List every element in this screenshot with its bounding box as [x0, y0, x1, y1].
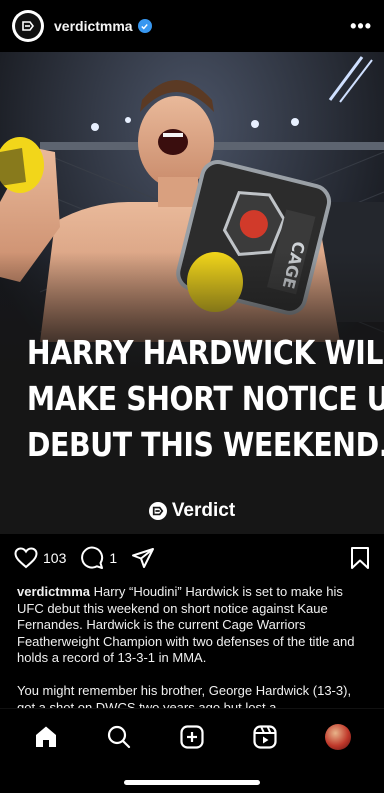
- verdict-logo-icon: [15, 13, 41, 39]
- headline-line: DEBUT THIS WEEKEND.: [26, 425, 384, 464]
- home-indicator: [124, 780, 260, 785]
- like-button[interactable]: 103: [14, 547, 66, 569]
- post-image[interactable]: CAGE HARRY HARDWICK WILL MAKE SHORT NOTI…: [0, 52, 384, 534]
- home-icon[interactable]: [33, 724, 59, 750]
- like-count: 103: [43, 550, 67, 566]
- reels-icon[interactable]: [252, 724, 278, 750]
- brand-watermark: Verdict: [0, 500, 384, 522]
- verdict-logo-icon: [148, 502, 167, 520]
- bookmark-button[interactable]: [350, 546, 370, 570]
- comment-icon: [81, 546, 104, 569]
- post-actions: 103 1: [14, 542, 370, 574]
- more-options-button[interactable]: •••: [350, 16, 372, 37]
- bottom-nav: [0, 708, 384, 793]
- share-button[interactable]: [131, 547, 155, 569]
- caption-username[interactable]: verdictmma: [17, 584, 90, 599]
- brand-name: Verdict: [171, 500, 236, 521]
- comment-button[interactable]: 1: [80, 546, 117, 570]
- headline-line: HARRY HARDWICK WILL: [26, 333, 384, 372]
- account-username[interactable]: verdictmma: [54, 18, 133, 34]
- create-icon[interactable]: [179, 724, 205, 750]
- profile-icon[interactable]: [324, 724, 351, 750]
- search-icon[interactable]: [106, 724, 132, 750]
- verified-badge-icon: [137, 19, 152, 33]
- heart-icon: [14, 547, 38, 569]
- post-headline: HARRY HARDWICK WILL MAKE SHORT NOTICE UF…: [26, 330, 384, 468]
- comment-count: 1: [109, 550, 118, 566]
- post-header: verdictmma •••: [0, 0, 384, 52]
- share-icon: [132, 548, 155, 568]
- bookmark-icon: [351, 547, 369, 569]
- headline-line: MAKE SHORT NOTICE UFC: [26, 379, 384, 418]
- account-avatar[interactable]: [12, 10, 44, 42]
